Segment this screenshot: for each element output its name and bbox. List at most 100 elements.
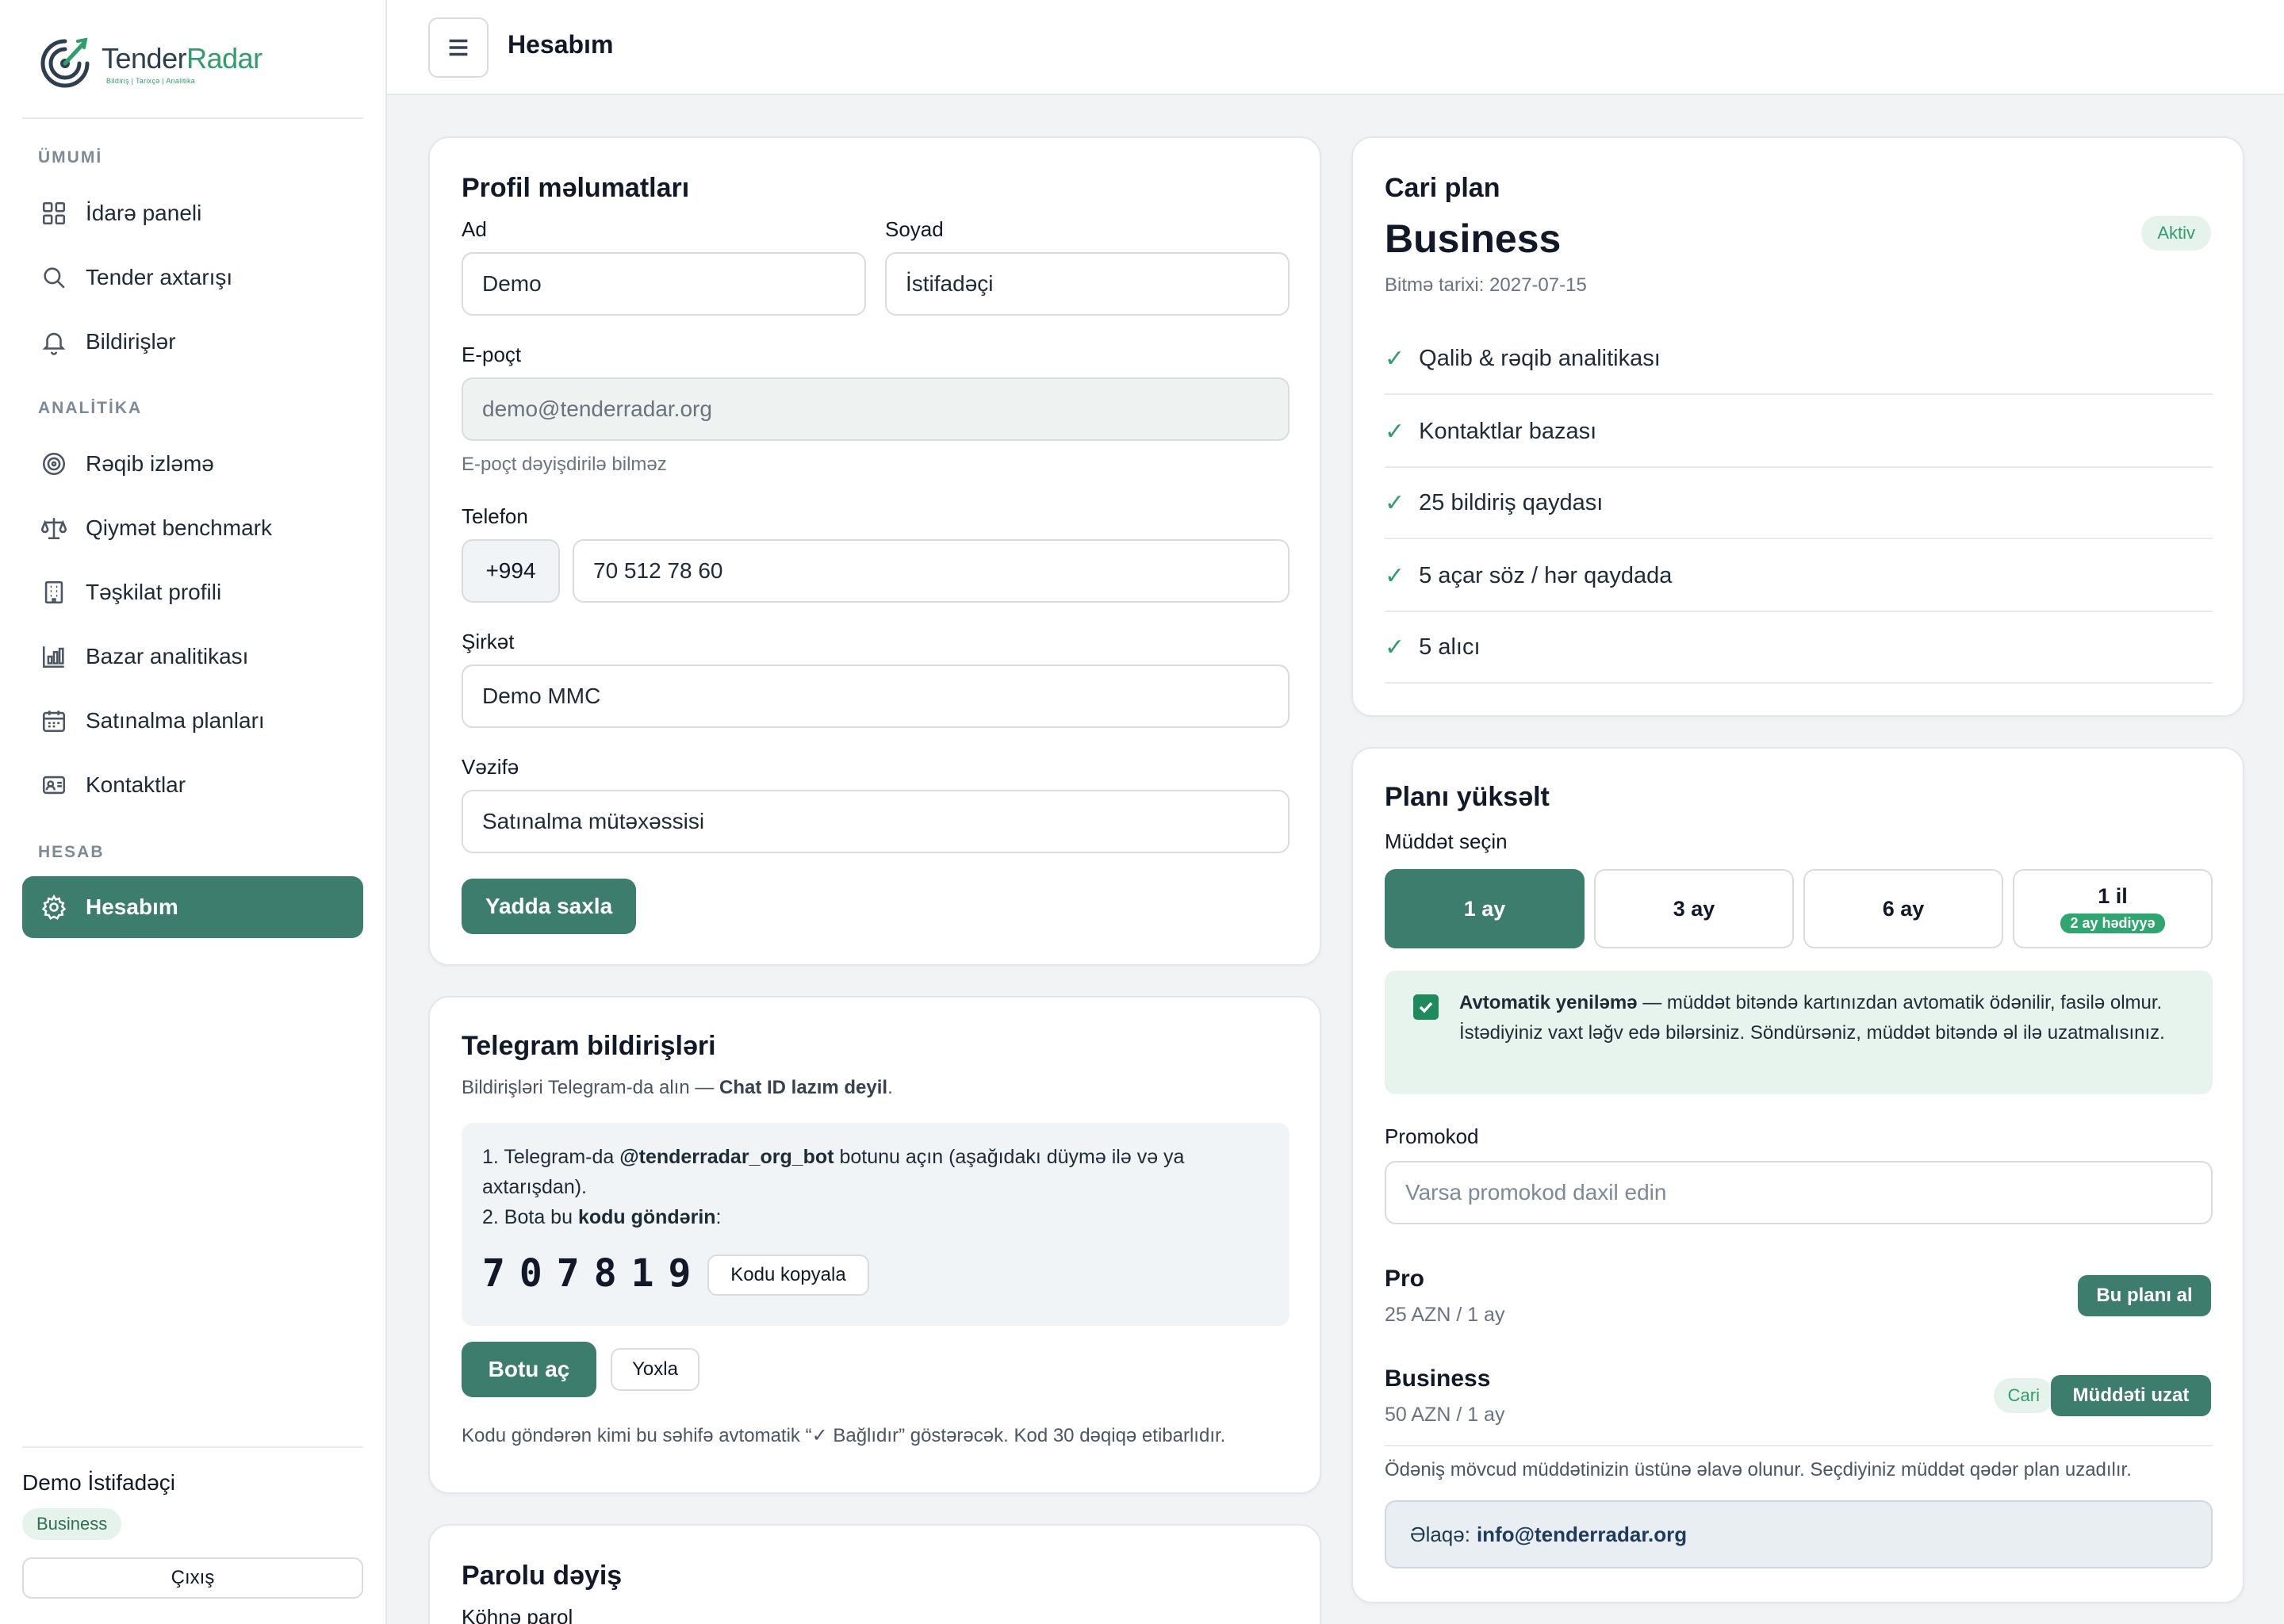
telegram-step-1: 1. Telegram-da @tenderradar_org_bot botu… bbox=[482, 1146, 1185, 1168]
check-icon: ✓ bbox=[1385, 562, 1405, 589]
sidebar-item-label: Satınalma planları bbox=[86, 708, 265, 733]
contact-label: Əlaqə: bbox=[1410, 1522, 1470, 1546]
gear-icon bbox=[40, 893, 68, 921]
radar-logo-icon bbox=[40, 37, 90, 88]
current-plan-badge: Cari bbox=[1993, 1378, 2054, 1413]
old-password-label: Köhnə parol bbox=[462, 1605, 573, 1624]
upgrade-plan-card: Planı yüksəlt Müddət seçin 1 ay 3 ay 6 a… bbox=[1351, 747, 2244, 1603]
contact-email-link[interactable]: info@tenderradar.org bbox=[1477, 1522, 1687, 1547]
save-profile-button[interactable]: Yadda saxla bbox=[462, 879, 636, 934]
first-name-label: Ad bbox=[462, 217, 487, 241]
sidebar-item-label: Kontaktlar bbox=[86, 772, 186, 797]
logout-button[interactable]: Çıxış bbox=[22, 1557, 363, 1599]
menu-toggle-button[interactable] bbox=[428, 17, 489, 78]
current-plan-title: Cari plan bbox=[1385, 173, 1500, 203]
company-input[interactable]: Demo MMC bbox=[462, 665, 1290, 728]
sidebar-item-market-analytics[interactable]: Bazar analitikası bbox=[22, 626, 363, 688]
plan-option-price: 25 AZN / 1 ay bbox=[1385, 1304, 1505, 1326]
promo-label: Promokod bbox=[1385, 1124, 1479, 1148]
check-icon: ✓ bbox=[1385, 634, 1405, 661]
sidebar-item-label: Bildirişlər bbox=[86, 329, 176, 354]
check-icon: ✓ bbox=[1385, 489, 1405, 516]
search-icon bbox=[40, 263, 68, 292]
check-icon: ✓ bbox=[1385, 345, 1405, 372]
brand-tagline: Bildiriş | Tarixçə | Analitika bbox=[106, 77, 196, 85]
buy-plan-button[interactable]: Bu planı al bbox=[2078, 1275, 2211, 1316]
duration-option-1-year[interactable]: 1 il 2 ay hədiyyə bbox=[2013, 869, 2213, 948]
extend-plan-button[interactable]: Müddəti uzat bbox=[2051, 1375, 2211, 1416]
sidebar-item-label: Təşkilat profili bbox=[86, 580, 222, 604]
sidebar: TenderRadar Bildiriş | Tarixçə | Analiti… bbox=[0, 0, 387, 1624]
bar-chart-icon bbox=[40, 642, 68, 671]
current-plan-card: Cari plan Business Aktiv Bitmə tarixi: 2… bbox=[1351, 136, 2244, 717]
check-icon: ✓ bbox=[1385, 418, 1405, 445]
check-connection-button[interactable]: Yoxla bbox=[611, 1348, 699, 1391]
open-bot-button[interactable]: Botu aç bbox=[462, 1342, 596, 1397]
copy-code-button[interactable]: Kodu kopyala bbox=[707, 1254, 869, 1296]
topbar: Hesabım bbox=[387, 0, 2284, 95]
sidebar-item-tender-search[interactable]: Tender axtarışı bbox=[22, 247, 363, 308]
first-name-input[interactable]: Demo bbox=[462, 252, 866, 316]
upgrade-plan-title: Planı yüksəlt bbox=[1385, 782, 1550, 812]
phone-label: Telefon bbox=[462, 504, 528, 528]
checkmark-icon bbox=[1419, 1002, 1433, 1013]
calendar-icon bbox=[40, 707, 68, 735]
telegram-link-code: 707819 bbox=[482, 1251, 706, 1296]
target-icon bbox=[40, 450, 68, 478]
section-label-analytics: ANALİTİKA bbox=[38, 399, 143, 417]
telegram-card: Telegram bildirişləri Bildirişləri Teleg… bbox=[428, 996, 1321, 1494]
grid-icon bbox=[40, 199, 68, 228]
last-name-label: Soyad bbox=[885, 217, 944, 241]
sidebar-item-label: Rəqib izləmə bbox=[86, 451, 214, 476]
page-title: Hesabım bbox=[508, 30, 614, 59]
duration-option-3-months[interactable]: 3 ay bbox=[1594, 869, 1794, 948]
sidebar-item-label: Tender axtarışı bbox=[86, 265, 233, 289]
profile-card-title: Profil məlumatları bbox=[462, 173, 690, 203]
divider bbox=[1385, 1445, 2213, 1446]
plan-feature: ✓ Kontaktlar bazası bbox=[1385, 396, 2213, 468]
brand-logo[interactable]: TenderRadar Bildiriş | Tarixçə | Analiti… bbox=[36, 35, 263, 92]
sidebar-divider bbox=[22, 1446, 363, 1448]
sidebar-item-competitor-tracking[interactable]: Rəqib izləmə bbox=[22, 433, 363, 495]
bell-icon bbox=[40, 327, 68, 356]
email-input: demo@tenderradar.org bbox=[462, 377, 1290, 441]
plan-option-name: Business bbox=[1385, 1365, 1491, 1392]
sidebar-item-label: İdarə paneli bbox=[86, 201, 202, 225]
contact-box: Əlaqə: info@tenderradar.org bbox=[1385, 1500, 2213, 1568]
auto-renew-box: Avtomatik yeniləmə — müddət bitəndə kart… bbox=[1385, 971, 2213, 1094]
auto-renew-checkbox[interactable] bbox=[1413, 994, 1439, 1020]
payment-note: Ödəniş mövcud müddətinizin üstünə əlavə … bbox=[1385, 1459, 2132, 1480]
section-label-general: ÜMUMİ bbox=[38, 148, 103, 167]
promo-code-input[interactable]: Varsa promokod daxil edin bbox=[1385, 1161, 2213, 1224]
plan-feature: ✓ 25 bildiriş qaydası bbox=[1385, 468, 2213, 539]
sidebar-item-price-benchmark[interactable]: Qiymət benchmark bbox=[22, 497, 363, 559]
section-label-account: HESAB bbox=[38, 843, 105, 861]
plan-expiry-date: Bitmə tarixi: 2027-07-15 bbox=[1385, 274, 1587, 296]
telegram-subtitle: Bildirişləri Telegram-da alın — Chat ID … bbox=[462, 1077, 893, 1098]
building-icon bbox=[40, 578, 68, 607]
company-label: Şirkət bbox=[462, 630, 515, 653]
sidebar-item-notifications[interactable]: Bildirişlər bbox=[22, 311, 363, 373]
sidebar-item-contacts[interactable]: Kontaktlar bbox=[22, 754, 363, 816]
current-user-name: Demo İstifadəçi bbox=[22, 1470, 175, 1495]
position-input[interactable]: Satınalma mütəxəssisi bbox=[462, 790, 1290, 853]
sidebar-item-dashboard[interactable]: İdarə paneli bbox=[22, 182, 363, 244]
phone-input[interactable]: 70 512 78 60 bbox=[573, 539, 1290, 603]
current-plan-name: Business bbox=[1385, 216, 1562, 261]
sidebar-item-procurement-plans[interactable]: Satınalma planları bbox=[22, 690, 363, 752]
gift-badge: 2 ay hədiyyə bbox=[2060, 914, 2165, 933]
duration-option-1-month[interactable]: 1 ay bbox=[1385, 869, 1585, 948]
brand-name: TenderRadar bbox=[102, 42, 263, 75]
phone-country-code: +994 bbox=[462, 539, 560, 603]
position-label: Vəzifə bbox=[462, 755, 519, 779]
last-name-input[interactable]: İstifadəçi bbox=[885, 252, 1290, 316]
change-password-card: Parolu dəyiş Köhnə parol bbox=[428, 1524, 1321, 1624]
telegram-step-2: 2. Bota bu kodu göndərin: bbox=[482, 1206, 722, 1228]
plan-option-name: Pro bbox=[1385, 1266, 1425, 1292]
duration-option-6-months[interactable]: 6 ay bbox=[1803, 869, 2003, 948]
sidebar-item-organization-profile[interactable]: Təşkilat profili bbox=[22, 561, 363, 623]
change-password-title: Parolu dəyiş bbox=[462, 1561, 623, 1591]
sidebar-item-my-account[interactable]: Hesabım bbox=[22, 876, 363, 938]
hamburger-icon bbox=[449, 39, 468, 56]
user-plan-badge: Business bbox=[22, 1508, 122, 1540]
